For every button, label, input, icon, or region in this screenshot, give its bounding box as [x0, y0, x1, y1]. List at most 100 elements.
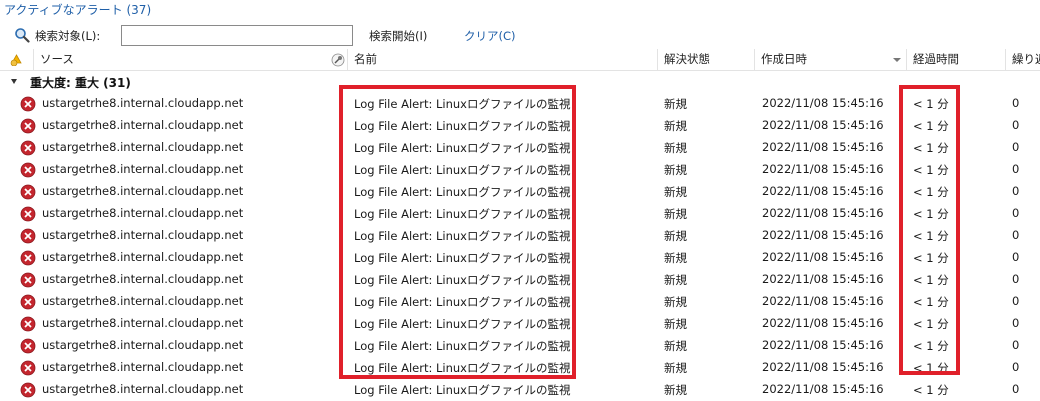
- search-input[interactable]: [121, 25, 353, 46]
- error-circle-icon: [20, 294, 36, 310]
- cell-created: 2022/11/08 15:45:16: [762, 184, 884, 198]
- cell-age: < 1 分: [913, 207, 949, 221]
- cell-resolution: 新規: [664, 97, 687, 111]
- pushpin-icon: [331, 53, 345, 67]
- cell-source: ustargetrhe8.internal.cloudapp.net: [42, 206, 244, 220]
- table-row[interactable]: ustargetrhe8.internal.cloudapp.net Log Fi…: [0, 93, 1040, 115]
- cell-repeat: 0: [1012, 162, 1020, 176]
- cell-repeat: 0: [1012, 228, 1020, 242]
- cell-resolution: 新規: [664, 339, 687, 353]
- cell-created: 2022/11/08 15:45:16: [762, 96, 884, 110]
- cell-resolution: 新規: [664, 317, 687, 331]
- cell-source: ustargetrhe8.internal.cloudapp.net: [42, 316, 244, 330]
- cell-age: < 1 分: [913, 383, 949, 397]
- table-row[interactable]: ustargetrhe8.internal.cloudapp.net Log Fi…: [0, 357, 1040, 379]
- cell-source: ustargetrhe8.internal.cloudapp.net: [42, 162, 244, 176]
- cell-source: ustargetrhe8.internal.cloudapp.net: [42, 338, 244, 352]
- cell-created: 2022/11/08 15:45:16: [762, 228, 884, 242]
- cell-age: < 1 分: [913, 185, 949, 199]
- cell-created: 2022/11/08 15:45:16: [762, 316, 884, 330]
- error-circle-icon: [20, 360, 36, 376]
- clear-button[interactable]: クリア(C): [464, 28, 516, 44]
- cell-name: Log File Alert: Linuxログファイルの監視: [354, 229, 571, 243]
- cell-repeat: 0: [1012, 140, 1020, 154]
- cell-resolution: 新規: [664, 273, 687, 287]
- cell-source: ustargetrhe8.internal.cloudapp.net: [42, 360, 244, 374]
- table-row[interactable]: ustargetrhe8.internal.cloudapp.net Log Fi…: [0, 159, 1040, 181]
- table-row[interactable]: ustargetrhe8.internal.cloudapp.net Log Fi…: [0, 137, 1040, 159]
- error-circle-icon: [20, 184, 36, 200]
- cell-repeat: 0: [1012, 316, 1020, 330]
- cell-repeat: 0: [1012, 338, 1020, 352]
- cell-source: ustargetrhe8.internal.cloudapp.net: [42, 96, 244, 110]
- collapse-triangle-icon[interactable]: [11, 79, 17, 84]
- table-row[interactable]: ustargetrhe8.internal.cloudapp.net Log Fi…: [0, 291, 1040, 313]
- cell-source: ustargetrhe8.internal.cloudapp.net: [42, 272, 244, 286]
- column-header-row: ソース 名前 解決状態 作成日時 経過時間 繰り返: [0, 49, 1040, 71]
- cell-name: Log File Alert: Linuxログファイルの監視: [354, 251, 571, 265]
- cell-age: < 1 分: [913, 361, 949, 375]
- cell-resolution: 新規: [664, 185, 687, 199]
- error-circle-icon: [20, 382, 36, 398]
- group-header[interactable]: 重大度: 重大 (31): [0, 71, 1040, 93]
- cell-created: 2022/11/08 15:45:16: [762, 118, 884, 132]
- cell-resolution: 新規: [664, 361, 687, 375]
- column-header-source[interactable]: ソース: [34, 49, 328, 71]
- column-header-age[interactable]: 経過時間: [907, 49, 1006, 71]
- cell-name: Log File Alert: Linuxログファイルの監視: [354, 339, 571, 353]
- cell-repeat: 0: [1012, 184, 1020, 198]
- table-row[interactable]: ustargetrhe8.internal.cloudapp.net Log Fi…: [0, 203, 1040, 225]
- error-circle-icon: [20, 96, 36, 112]
- cell-resolution: 新規: [664, 119, 687, 133]
- search-label: 検索対象(L):: [35, 29, 101, 43]
- cell-repeat: 0: [1012, 118, 1020, 132]
- cell-name: Log File Alert: Linuxログファイルの監視: [354, 97, 571, 111]
- table-row[interactable]: ustargetrhe8.internal.cloudapp.net Log Fi…: [0, 313, 1040, 335]
- cell-created: 2022/11/08 15:45:16: [762, 360, 884, 374]
- error-circle-icon: [20, 316, 36, 332]
- cell-resolution: 新規: [664, 383, 687, 397]
- cell-name: Log File Alert: Linuxログファイルの監視: [354, 185, 571, 199]
- cell-resolution: 新規: [664, 163, 687, 177]
- cell-resolution: 新規: [664, 295, 687, 309]
- column-header-name[interactable]: 名前: [348, 49, 658, 71]
- cell-name: Log File Alert: Linuxログファイルの監視: [354, 295, 571, 309]
- cell-age: < 1 分: [913, 141, 949, 155]
- column-header-repeat[interactable]: 繰り返: [1006, 49, 1040, 71]
- cell-repeat: 0: [1012, 294, 1020, 308]
- cell-age: < 1 分: [913, 317, 949, 331]
- cell-name: Log File Alert: Linuxログファイルの監視: [354, 273, 571, 287]
- cell-repeat: 0: [1012, 206, 1020, 220]
- cell-source: ustargetrhe8.internal.cloudapp.net: [42, 382, 244, 396]
- table-row[interactable]: ustargetrhe8.internal.cloudapp.net Log Fi…: [0, 181, 1040, 203]
- cell-name: Log File Alert: Linuxログファイルの監視: [354, 383, 571, 397]
- sort-descending-icon: [893, 58, 901, 62]
- error-circle-icon: [20, 272, 36, 288]
- cell-resolution: 新規: [664, 229, 687, 243]
- cell-repeat: 0: [1012, 272, 1020, 286]
- table-row[interactable]: ustargetrhe8.internal.cloudapp.net Log Fi…: [0, 115, 1040, 137]
- table-row[interactable]: ustargetrhe8.internal.cloudapp.net Log Fi…: [0, 225, 1040, 247]
- group-label: 重大度: 重大 (31): [30, 76, 131, 90]
- cell-repeat: 0: [1012, 382, 1020, 396]
- alert-list: ustargetrhe8.internal.cloudapp.net Log Fi…: [0, 93, 1040, 401]
- table-row[interactable]: ustargetrhe8.internal.cloudapp.net Log Fi…: [0, 379, 1040, 401]
- cell-age: < 1 分: [913, 97, 949, 111]
- error-circle-icon: [20, 118, 36, 134]
- title-bar: アクティブなアラート (37): [0, 0, 1040, 20]
- error-circle-icon: [20, 338, 36, 354]
- column-header-resolution[interactable]: 解決状態: [658, 49, 755, 71]
- table-row[interactable]: ustargetrhe8.internal.cloudapp.net Log Fi…: [0, 247, 1040, 269]
- search-start-button[interactable]: 検索開始(I): [369, 28, 427, 44]
- cell-created: 2022/11/08 15:45:16: [762, 338, 884, 352]
- cell-name: Log File Alert: Linuxログファイルの監視: [354, 361, 571, 375]
- cell-age: < 1 分: [913, 163, 949, 177]
- cell-created: 2022/11/08 15:45:16: [762, 294, 884, 308]
- table-row[interactable]: ustargetrhe8.internal.cloudapp.net Log Fi…: [0, 335, 1040, 357]
- cell-source: ustargetrhe8.internal.cloudapp.net: [42, 228, 244, 242]
- error-circle-icon: [20, 140, 36, 156]
- table-row[interactable]: ustargetrhe8.internal.cloudapp.net Log Fi…: [0, 269, 1040, 291]
- alert-warning-icon: [10, 54, 22, 66]
- column-header-created[interactable]: 作成日時: [755, 49, 907, 71]
- cell-age: < 1 分: [913, 273, 949, 287]
